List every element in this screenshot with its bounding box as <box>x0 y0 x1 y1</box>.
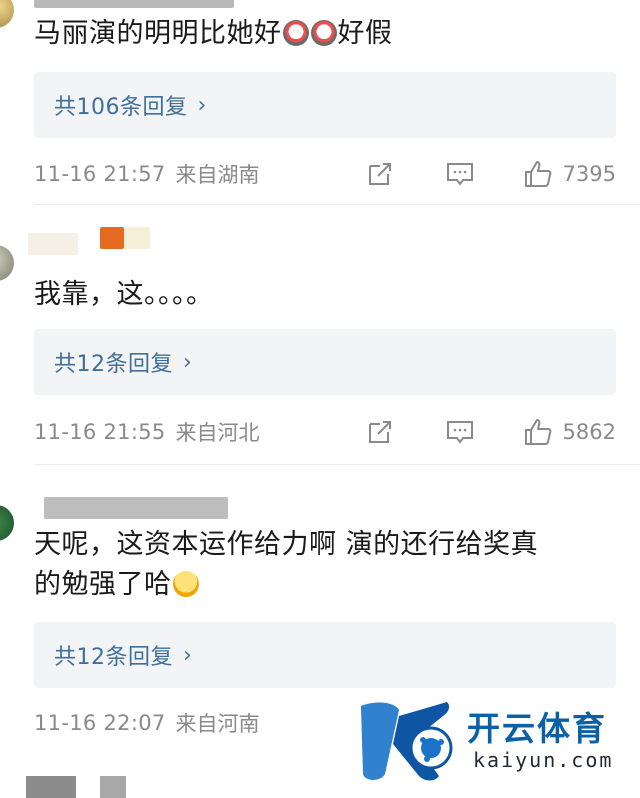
next-comment-blurred <box>26 776 76 798</box>
location: 来自河北 <box>175 421 260 445</box>
username-blurred[interactable] <box>44 497 228 519</box>
watermark-cn-text: 开云体育 <box>467 709 607 748</box>
location: 来自河南 <box>175 712 260 736</box>
chevron-right-icon: › <box>183 349 192 375</box>
share-icon[interactable] <box>365 159 395 189</box>
avatar[interactable] <box>0 505 14 541</box>
like-count: 7395 <box>562 162 616 186</box>
comment-2: 我靠，这。。。。 共12条回复 › 11-16 21:55 来自河北 5862 <box>0 205 640 465</box>
username-blurred[interactable] <box>28 233 78 255</box>
replies-label: 共106条回复 <box>54 95 188 120</box>
next-comment-blurred <box>100 776 126 798</box>
kaiyun-logo-icon <box>361 702 453 781</box>
share-icon[interactable] <box>365 417 395 447</box>
timestamp: 11-16 21:55 <box>34 420 166 444</box>
replies-button[interactable]: 共106条回复 › <box>34 72 616 138</box>
comment-actions: 7395 <box>365 159 616 189</box>
replies-button[interactable]: 共12条回复 › <box>34 329 616 395</box>
replies-button[interactable]: 共12条回复 › <box>34 622 616 688</box>
comment-meta: 11-16 21:55 来自河北 5862 <box>34 417 616 447</box>
surprised-emoji-icon <box>282 20 309 46</box>
username-blurred[interactable] <box>34 0 234 8</box>
thumbs-up-icon[interactable] <box>523 417 553 447</box>
thumbs-up-icon[interactable] <box>523 159 553 189</box>
chevron-right-icon: › <box>197 92 207 118</box>
comment-text: 我靠，这。。。。 <box>34 279 214 310</box>
surprised-emoji-icon <box>310 20 337 46</box>
comment-1: 马丽演的明明比她好 好假 共106条回复 › 11-16 21:57 来自湖南 7… <box>0 0 640 205</box>
comment-text: 马丽演的明明比她好 好假 <box>34 18 393 49</box>
avatar[interactable] <box>0 245 14 281</box>
replies-label: 共12条回复 <box>54 352 173 377</box>
timestamp: 11-16 21:57 <box>34 162 166 186</box>
watermark-en-text: kaiyun.com <box>473 748 614 772</box>
comment-meta: 11-16 21:57 来自湖南 7395 <box>34 159 616 189</box>
username-blurred[interactable] <box>124 227 150 249</box>
username-blurred[interactable] <box>100 227 124 249</box>
comment-icon[interactable] <box>445 159 475 189</box>
timestamp: 11-16 22:07 <box>34 711 166 735</box>
replies-label: 共12条回复 <box>54 645 173 670</box>
comment-text: 天呢，这资本运作给力啊 演的还行给奖真 的勉强了哈 <box>34 529 539 600</box>
location: 来自湖南 <box>175 163 260 187</box>
chevron-right-icon: › <box>183 642 192 668</box>
comment-actions: 5862 <box>365 417 616 447</box>
comment-icon[interactable] <box>445 417 475 447</box>
like-count: 5862 <box>562 420 616 444</box>
face-emoji-icon <box>172 571 199 597</box>
avatar[interactable] <box>0 0 14 28</box>
kaiyun-watermark: 开云体育 kaiyun.com <box>355 696 635 786</box>
